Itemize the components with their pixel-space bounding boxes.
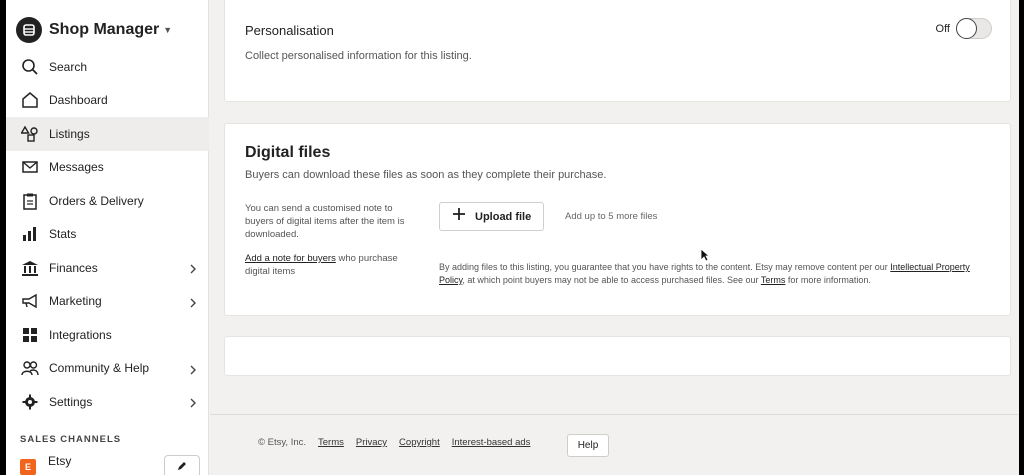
sidebar-item-search[interactable]: Search xyxy=(6,50,209,84)
channel-label: Etsy xyxy=(48,454,72,468)
chevron-right-icon xyxy=(189,261,197,279)
file-limit-hint: Add up to 5 more files xyxy=(565,211,658,222)
chevron-right-icon xyxy=(189,295,197,313)
sidebar: Shop Manager ▼ Search Dashboard Listings… xyxy=(6,0,209,475)
upload-file-button[interactable]: Upload file xyxy=(439,202,544,231)
sidebar-item-label: Dashboard xyxy=(49,93,108,108)
add-note-link[interactable]: Add a note for buyers xyxy=(245,253,336,264)
etsy-logo-icon: E xyxy=(20,459,36,475)
plus-icon xyxy=(452,207,466,226)
sales-channels-heading: SALES CHANNELS xyxy=(20,434,122,445)
people-icon xyxy=(20,358,40,378)
grid-icon xyxy=(20,325,40,345)
sidebar-item-community[interactable]: Community & Help xyxy=(6,352,209,386)
sidebar-item-stats[interactable]: Stats xyxy=(6,218,209,252)
personalisation-description: Collect personalised information for thi… xyxy=(245,50,472,62)
sidebar-item-label: Listings xyxy=(49,126,90,141)
sidebar-item-orders[interactable]: Orders & Delivery xyxy=(6,184,209,218)
sidebar-item-label: Finances xyxy=(49,260,98,275)
chevron-right-icon xyxy=(189,395,197,413)
buyer-note-info: You can send a customised note to buyers… xyxy=(245,203,405,240)
main-content: Personalisation Collect personalised inf… xyxy=(210,0,1019,475)
footer-link-terms[interactable]: Terms xyxy=(318,437,344,448)
footer-link-interest-ads[interactable]: Interest-based ads xyxy=(452,437,531,448)
sidebar-item-settings[interactable]: Settings xyxy=(6,385,209,419)
personalisation-title: Personalisation xyxy=(245,23,334,38)
legal-text: By adding files to this listing, you gua… xyxy=(439,262,891,272)
chevron-down-icon: ▼ xyxy=(163,25,173,35)
digital-files-card: Digital files Buyers can download these … xyxy=(224,123,1011,316)
brand-menu[interactable]: Shop Manager ▼ xyxy=(16,16,172,44)
sidebar-item-label: Messages xyxy=(49,160,104,175)
sidebar-item-marketing[interactable]: Marketing xyxy=(6,285,209,319)
empty-card xyxy=(224,336,1011,376)
copyright-text: © Etsy, Inc. xyxy=(258,437,307,448)
sidebar-item-integrations[interactable]: Integrations xyxy=(6,318,209,352)
edit-channel-button[interactable] xyxy=(164,455,200,475)
footer-link-copyright[interactable]: Copyright xyxy=(399,437,440,448)
toggle-state-label: Off xyxy=(935,23,950,35)
sidebar-item-label: Marketing xyxy=(49,294,102,309)
legal-text: , at which point buyers may not be able … xyxy=(462,275,761,285)
digital-files-description: Buyers can download these files as soon … xyxy=(245,169,607,181)
add-note-text: Add a note for buyers who purchase digit… xyxy=(245,252,423,278)
video-frame: Shop Manager ▼ Search Dashboard Listings… xyxy=(0,0,1024,475)
megaphone-icon xyxy=(20,291,40,311)
personalisation-toggle[interactable] xyxy=(956,18,992,39)
sidebar-item-finances[interactable]: Finances xyxy=(6,251,209,285)
sidebar-item-label: Community & Help xyxy=(49,361,150,376)
sidebar-item-label: Search xyxy=(49,59,88,74)
mouse-cursor-icon xyxy=(700,248,711,267)
upload-file-label: Upload file xyxy=(475,210,532,223)
gear-icon xyxy=(20,392,40,412)
sidebar-nav: Search Dashboard Listings Messages Order… xyxy=(6,50,209,419)
terms-link[interactable]: Terms xyxy=(761,275,786,285)
digital-files-title: Digital files xyxy=(245,144,331,161)
clipboard-icon xyxy=(20,191,40,211)
sidebar-item-messages[interactable]: Messages xyxy=(6,151,209,185)
footer-links: © Etsy, Inc. Terms Privacy Copyright Int… xyxy=(258,437,542,448)
sidebar-item-label: Integrations xyxy=(49,327,112,342)
footer-link-privacy[interactable]: Privacy xyxy=(356,437,387,448)
brand-title: Shop Manager xyxy=(49,21,160,38)
home-icon xyxy=(20,90,40,110)
toggle-knob xyxy=(956,18,977,39)
search-icon xyxy=(20,57,40,77)
footer: © Etsy, Inc. Terms Privacy Copyright Int… xyxy=(210,414,1019,475)
channel-etsy[interactable]: E Etsy xyxy=(20,453,71,475)
shop-logo-icon xyxy=(16,17,42,43)
sidebar-item-listings[interactable]: Listings xyxy=(6,117,209,151)
help-button[interactable]: Help xyxy=(567,434,609,457)
sidebar-item-dashboard[interactable]: Dashboard xyxy=(6,84,209,118)
chevron-right-icon xyxy=(189,362,197,380)
sidebar-item-label: Orders & Delivery xyxy=(49,193,144,208)
legal-text: for more information. xyxy=(785,275,871,285)
bank-icon xyxy=(20,258,40,278)
shop-manager-app: Shop Manager ▼ Search Dashboard Listings… xyxy=(6,0,1019,475)
bar-chart-icon xyxy=(20,224,40,244)
mail-icon xyxy=(20,157,40,177)
pencil-icon xyxy=(176,459,188,475)
sidebar-item-label: Stats xyxy=(49,227,77,242)
shapes-icon xyxy=(20,124,40,144)
personalisation-card: Personalisation Collect personalised inf… xyxy=(224,0,1011,102)
sidebar-item-label: Settings xyxy=(49,394,93,409)
